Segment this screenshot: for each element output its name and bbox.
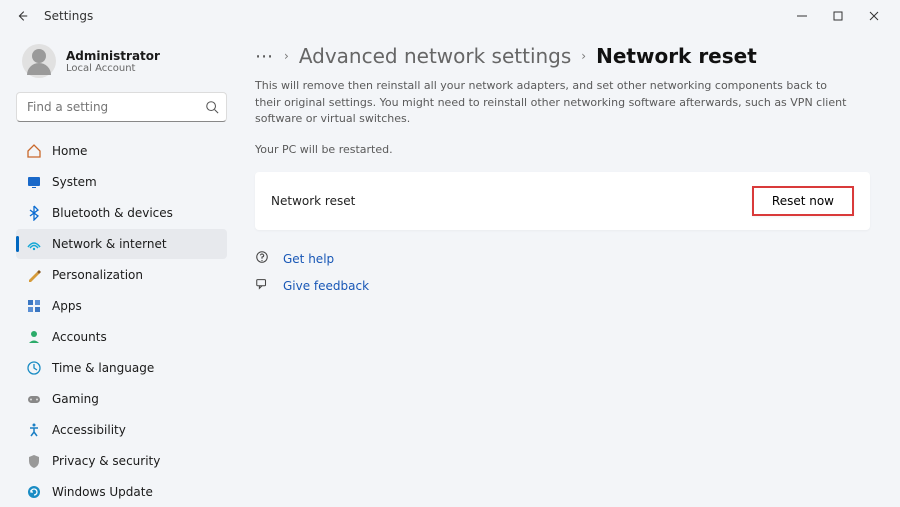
page-title: Network reset [596,44,757,68]
sidebar-item-label: Privacy & security [52,454,160,468]
sidebar-item-accounts[interactable]: Accounts [16,322,227,352]
window-title: Settings [44,9,93,23]
sidebar-item-label: Apps [52,299,82,313]
system-icon [26,174,42,190]
close-button[interactable] [856,2,892,30]
sidebar-item-label: Personalization [52,268,143,282]
give-feedback-link[interactable]: Give feedback [255,277,870,294]
avatar [22,44,56,78]
sidebar-item-privacy[interactable]: Privacy & security [16,446,227,476]
maximize-button[interactable] [820,2,856,30]
time-icon [26,360,42,376]
sidebar-item-label: Bluetooth & devices [52,206,173,220]
sidebar-item-system[interactable]: System [16,167,227,197]
get-help-link[interactable]: Get help [255,250,870,267]
sidebar-item-gaming[interactable]: Gaming [16,384,227,414]
maximize-icon [833,11,843,21]
feedback-link-label: Give feedback [283,279,369,293]
accounts-icon [26,329,42,345]
back-button[interactable] [8,2,36,30]
sidebar-item-label: System [52,175,97,189]
close-icon [869,11,879,21]
sidebar-item-bluetooth[interactable]: Bluetooth & devices [16,198,227,228]
update-icon [26,484,42,500]
minimize-icon [797,11,807,21]
sidebar-item-network[interactable]: Network & internet [16,229,227,259]
chevron-right-icon: › [284,49,289,63]
sidebar-item-personalization[interactable]: Personalization [16,260,227,290]
search-input[interactable] [16,92,227,122]
network-reset-card: Network reset Reset now [255,172,870,230]
help-icon [255,250,271,267]
sidebar-item-time[interactable]: Time & language [16,353,227,383]
description-text: This will remove then reinstall all your… [255,78,855,128]
bluetooth-icon [26,205,42,221]
sidebar-item-home[interactable]: Home [16,136,227,166]
chevron-right-icon: › [581,49,586,63]
breadcrumb-parent[interactable]: Advanced network settings [299,44,571,68]
sidebar-item-accessibility[interactable]: Accessibility [16,415,227,445]
search-icon [205,99,219,118]
personalization-icon [26,267,42,283]
reset-now-button[interactable]: Reset now [752,186,854,216]
arrow-left-icon [15,9,29,23]
home-icon [26,143,42,159]
feedback-icon [255,277,271,294]
shield-icon [26,453,42,469]
sidebar-item-apps[interactable]: Apps [16,291,227,321]
accessibility-icon [26,422,42,438]
profile-name: Administrator [66,49,160,63]
sidebar-item-label: Accounts [52,330,107,344]
sidebar-item-label: Home [52,144,87,158]
gaming-icon [26,391,42,407]
sidebar-item-label: Time & language [52,361,154,375]
apps-icon [26,298,42,314]
sidebar-item-label: Gaming [52,392,99,406]
profile-subtitle: Local Account [66,63,160,74]
sidebar-item-label: Windows Update [52,485,153,499]
breadcrumb: ⋯ › Advanced network settings › Network … [255,44,870,68]
restart-note: Your PC will be restarted. [255,142,855,159]
help-link-label: Get help [283,252,334,266]
minimize-button[interactable] [784,2,820,30]
sidebar-item-label: Network & internet [52,237,167,251]
sidebar-item-label: Accessibility [52,423,126,437]
sidebar-item-update[interactable]: Windows Update [16,477,227,507]
profile-section[interactable]: Administrator Local Account [16,44,227,78]
breadcrumb-more[interactable]: ⋯ [255,46,274,67]
card-label: Network reset [271,194,355,208]
network-icon [26,236,42,252]
